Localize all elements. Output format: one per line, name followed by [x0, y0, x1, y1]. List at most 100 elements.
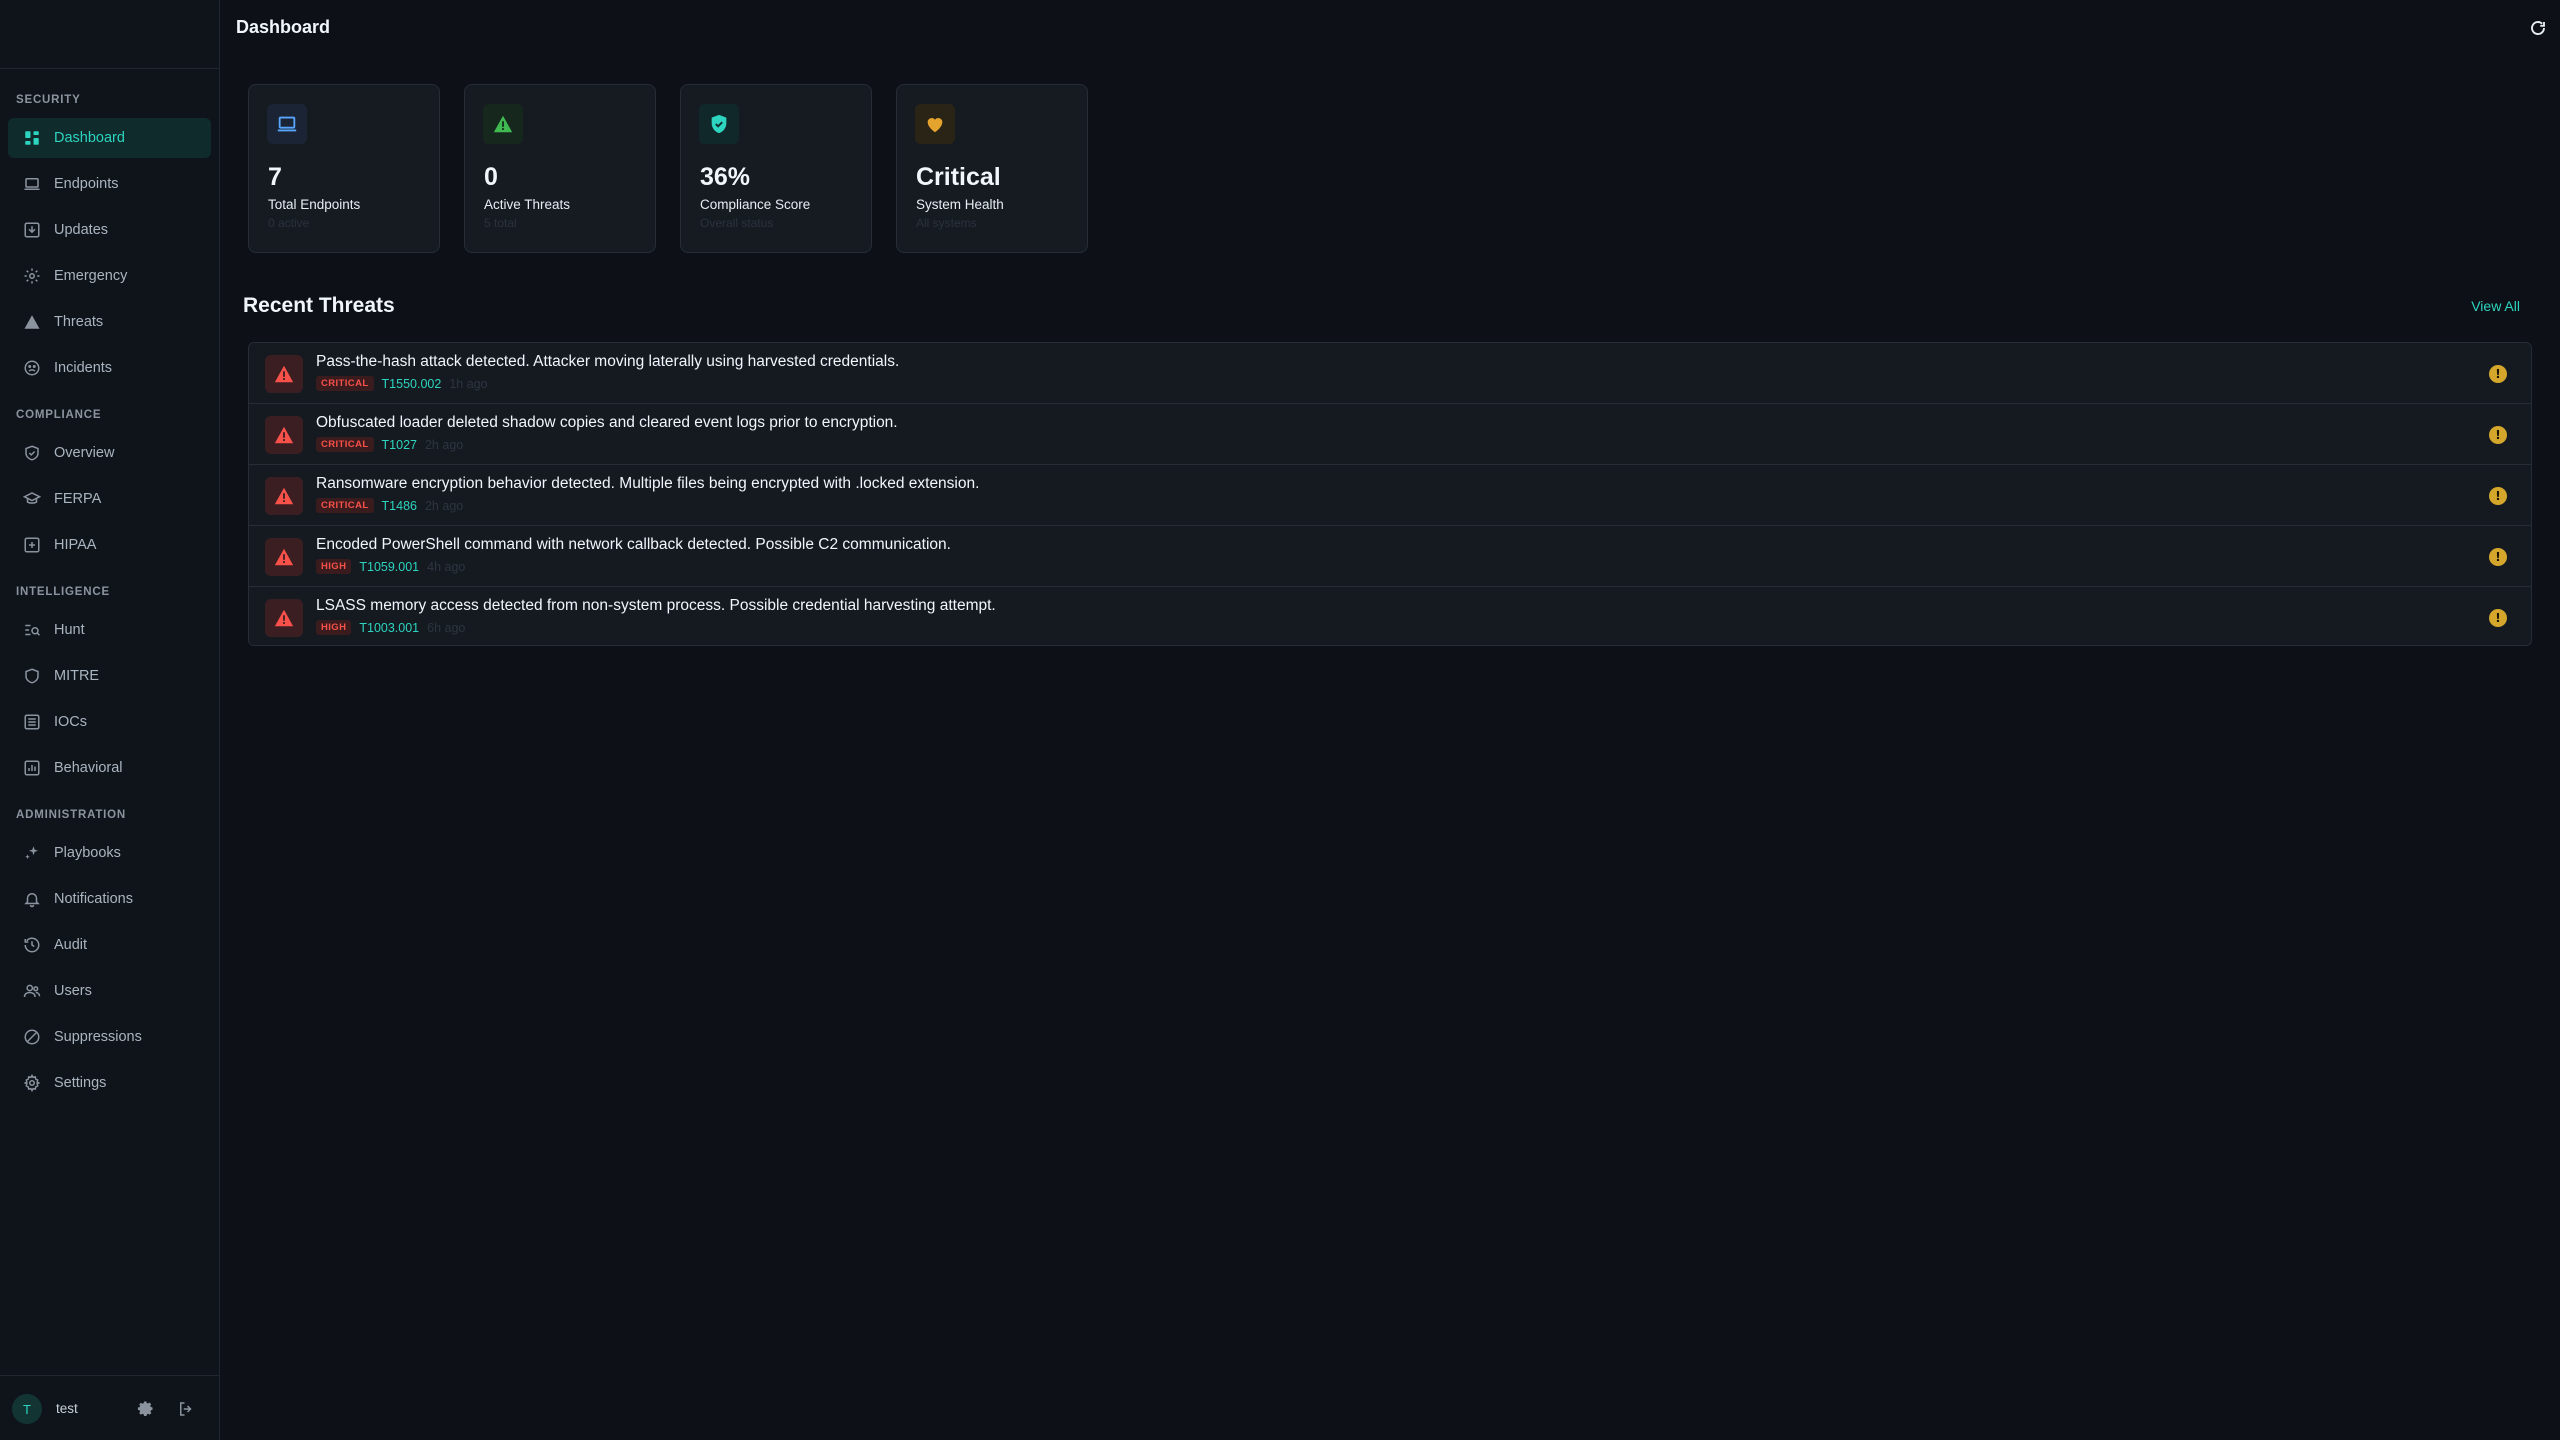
sidebar-item-playbooks[interactable]: Playbooks [8, 833, 211, 873]
users-icon [22, 981, 42, 1001]
sidebar-item-overview[interactable]: Overview [8, 433, 211, 473]
stat-value: 0 [484, 163, 498, 191]
threat-time: 2h ago [424, 437, 464, 452]
sidebar-item-label: Users [54, 983, 92, 999]
sidebar-item-behavioral[interactable]: Behavioral [8, 748, 211, 788]
sidebar-item-label: Suppressions [54, 1029, 142, 1045]
warning-triangle-icon [483, 104, 523, 144]
alert-triangle-icon [265, 416, 303, 454]
severity-badge: HIGH [316, 620, 352, 635]
sidebar-item-label: Hunt [54, 622, 85, 638]
sidebar-item-label: Settings [54, 1075, 107, 1091]
sidebar-item-label: FERPA [54, 491, 102, 507]
sidebar-item-mitre[interactable]: MITRE [8, 656, 211, 696]
alert-triangle-icon [265, 477, 303, 515]
laptop-icon [267, 104, 307, 144]
history-icon [22, 935, 42, 955]
sidebar-item-settings[interactable]: Settings [8, 1063, 211, 1103]
refresh-button[interactable] [2526, 16, 2550, 40]
threat-title: LSASS memory access detected from non-sy… [316, 597, 996, 614]
threat-time: 6h ago [427, 620, 466, 635]
heart-icon [915, 104, 955, 144]
mitre-technique: T1027 [381, 437, 417, 452]
sidebar: SECURITY Dashboard Endpoints Updates Eme… [0, 0, 220, 1440]
sidebar-item-endpoints[interactable]: Endpoints [8, 164, 211, 204]
sidebar-item-hunt[interactable]: Hunt [8, 610, 211, 650]
mitre-technique: T1059.001 [359, 559, 420, 574]
shield-icon [22, 666, 42, 686]
logout-icon[interactable] [175, 1398, 197, 1420]
sidebar-item-label: Notifications [54, 891, 133, 907]
chart-icon [22, 758, 42, 778]
threat-row[interactable]: Obfuscated loader deleted shadow copies … [249, 404, 2531, 465]
threat-list: Pass-the-hash attack detected. Attacker … [248, 342, 2532, 646]
sidebar-item-hipaa[interactable]: HIPAA [8, 525, 211, 565]
stat-subtext: All systems [916, 216, 977, 230]
sidebar-item-label: IOCs [54, 714, 88, 730]
view-all-link[interactable]: View All [2471, 298, 2520, 314]
sidebar-item-label: Threats [54, 314, 104, 330]
download-box-icon [22, 220, 42, 240]
threat-row[interactable]: Encoded PowerShell command with network … [249, 526, 2531, 587]
laptop-icon [22, 174, 42, 194]
section-title-administration: ADMINISTRATION [16, 809, 127, 821]
threat-title: Pass-the-hash attack detected. Attacker … [316, 353, 900, 370]
recent-threats-title: Recent Threats [243, 294, 395, 317]
sidebar-item-emergency[interactable]: Emergency [8, 256, 211, 296]
sidebar-item-label: Dashboard [54, 130, 125, 146]
stat-card-endpoints[interactable]: 7 Total Endpoints 0 active [248, 84, 440, 253]
mitre-technique: T1550.002 [381, 376, 442, 391]
list-icon [22, 712, 42, 732]
sidebar-item-label: Updates [54, 222, 109, 238]
threat-row[interactable]: LSASS memory access detected from non-sy… [249, 587, 2531, 645]
grid-icon [22, 128, 42, 148]
threat-title: Encoded PowerShell command with network … [316, 536, 951, 553]
sidebar-item-threats[interactable]: Threats [8, 302, 211, 342]
medical-plus-icon [22, 535, 42, 555]
user-name: test [56, 1401, 78, 1416]
threat-time: 1h ago [449, 376, 488, 391]
stat-subtext: Overall status [700, 216, 774, 230]
stat-label: Active Threats [484, 197, 571, 212]
sidebar-item-incidents[interactable]: Incidents [8, 348, 211, 388]
threat-title: Obfuscated loader deleted shadow copies … [316, 414, 898, 431]
sidebar-item-dashboard[interactable]: Dashboard [8, 118, 211, 158]
severity-badge: CRITICAL [316, 376, 374, 391]
stat-card-system-health[interactable]: Critical System Health All systems [896, 84, 1088, 253]
threat-time: 2h ago [424, 498, 464, 513]
sidebar-item-suppressions[interactable]: Suppressions [8, 1017, 211, 1057]
threat-meta: CRITICAL T1027 2h ago [316, 437, 463, 452]
sidebar-item-label: Playbooks [54, 845, 121, 861]
exclamation-icon: ! [2489, 487, 2507, 505]
threat-row[interactable]: Ransomware encryption behavior detected.… [249, 465, 2531, 526]
gear-icon [22, 1073, 42, 1093]
sidebar-item-updates[interactable]: Updates [8, 210, 211, 250]
sidebar-item-label: Emergency [54, 268, 128, 284]
sidebar-item-label: Overview [54, 445, 115, 461]
incident-icon [22, 358, 42, 378]
avatar[interactable]: T [12, 1394, 42, 1424]
stat-value: 36% [700, 163, 751, 191]
sidebar-item-notifications[interactable]: Notifications [8, 879, 211, 919]
exclamation-icon: ! [2489, 548, 2507, 566]
sidebar-item-label: Audit [54, 937, 88, 953]
stat-card-compliance[interactable]: 36% Compliance Score Overall status [680, 84, 872, 253]
severity-badge: CRITICAL [316, 498, 374, 513]
gear-alert-icon [22, 266, 42, 286]
threat-meta: HIGH T1059.001 4h ago [316, 559, 465, 574]
sidebar-item-users[interactable]: Users [8, 971, 211, 1011]
threat-meta: CRITICAL T1486 2h ago [316, 498, 463, 513]
gear-icon[interactable] [135, 1398, 157, 1420]
shield-check-icon [699, 104, 739, 144]
sidebar-item-ferpa[interactable]: FERPA [8, 479, 211, 519]
threat-time: 4h ago [427, 559, 466, 574]
sidebar-item-audit[interactable]: Audit [8, 925, 211, 965]
stat-label: Compliance Score [700, 197, 811, 212]
section-title-compliance: COMPLIANCE [16, 409, 102, 421]
stat-card-threats[interactable]: 0 Active Threats 5 total [464, 84, 656, 253]
alert-triangle-icon [265, 355, 303, 393]
sidebar-item-iocs[interactable]: IOCs [8, 702, 211, 742]
sparkles-icon [22, 843, 42, 863]
threat-row[interactable]: Pass-the-hash attack detected. Attacker … [249, 343, 2531, 404]
graduation-cap-icon [22, 489, 42, 509]
